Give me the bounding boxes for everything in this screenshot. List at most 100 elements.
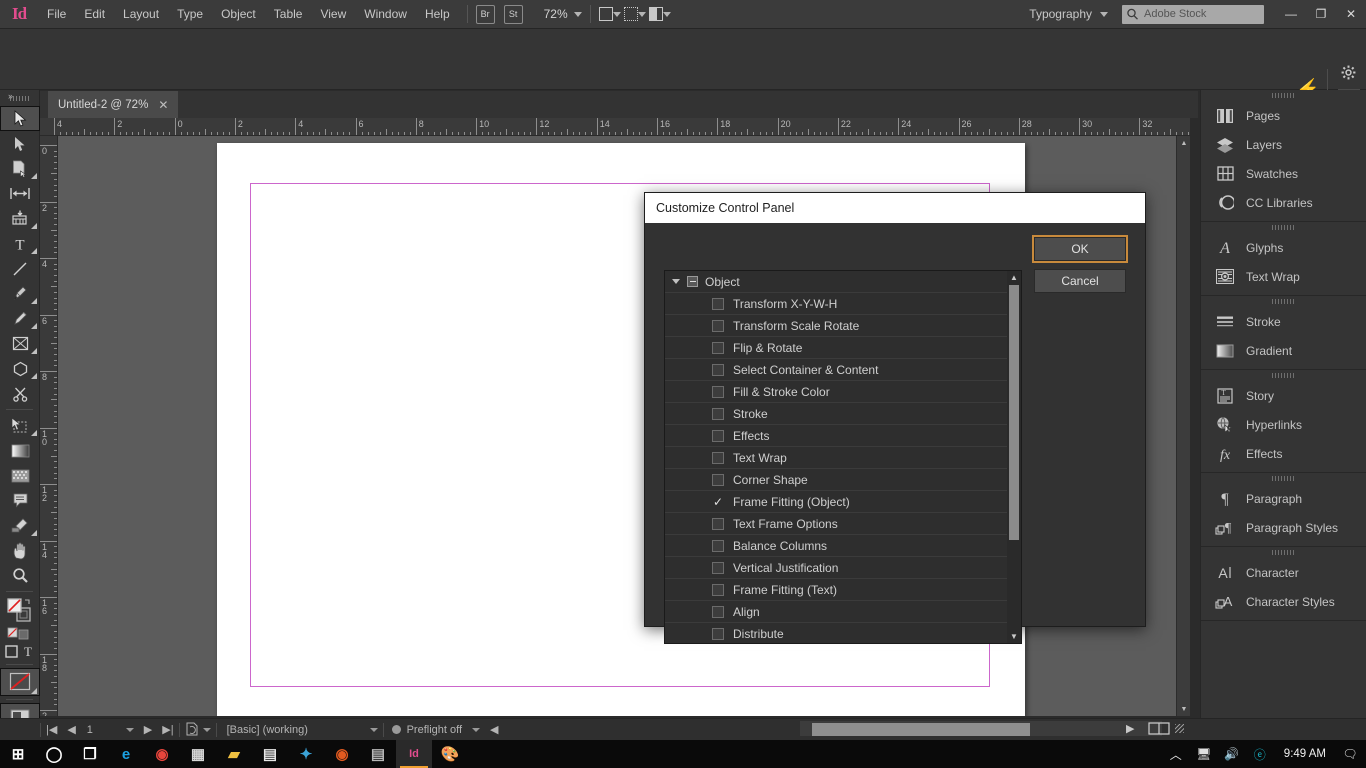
resize-grip-icon[interactable]: [1175, 724, 1184, 733]
file-explorer[interactable]: ▰: [216, 740, 252, 768]
rectangle-frame-tool[interactable]: [0, 331, 40, 356]
menu-window[interactable]: Window: [355, 0, 416, 29]
fill-stroke-swatches[interactable]: [0, 595, 40, 625]
close-button[interactable]: ✕: [1336, 0, 1366, 29]
page-tool[interactable]: [0, 156, 40, 181]
dock-item-character[interactable]: A Character: [1201, 558, 1366, 587]
scanner-app[interactable]: ▤: [360, 740, 396, 768]
checkbox-icon[interactable]: [712, 429, 724, 442]
pen-tool[interactable]: [0, 281, 40, 306]
options-list-item[interactable]: Corner Shape: [665, 469, 1009, 491]
volume-icon[interactable]: 🔊: [1220, 740, 1244, 768]
menu-help[interactable]: Help: [416, 0, 459, 29]
menu-table[interactable]: Table: [265, 0, 312, 29]
checkbox-icon[interactable]: [712, 539, 724, 552]
checkbox-icon[interactable]: [712, 627, 724, 640]
options-list-item[interactable]: Select Container & Content: [665, 359, 1009, 381]
line-tool[interactable]: [0, 256, 40, 281]
gradient-feather-tool[interactable]: [0, 463, 40, 488]
dock-item-pages[interactable]: Pages: [1201, 101, 1366, 130]
dock-item-character-styles[interactable]: A Character Styles: [1201, 587, 1366, 616]
options-list-item[interactable]: Align: [665, 601, 1009, 623]
polygon-tool[interactable]: [0, 356, 40, 381]
options-list-item[interactable]: Vertical Justification: [665, 557, 1009, 579]
checkbox-icon[interactable]: [712, 451, 724, 464]
type-tool[interactable]: T: [0, 231, 40, 256]
page-transitions-icon[interactable]: [180, 719, 216, 741]
checkbox-icon[interactable]: [712, 297, 724, 310]
options-list-item[interactable]: Text Frame Options: [665, 513, 1009, 535]
horizontal-scrollbar[interactable]: ▶: [790, 720, 1190, 738]
edge-browser[interactable]: e: [108, 740, 144, 768]
dock-item-text-wrap[interactable]: Text Wrap: [1201, 262, 1366, 291]
content-collector-tool[interactable]: [0, 206, 40, 231]
scroll-down-icon[interactable]: ▼: [1007, 630, 1021, 643]
status-collapse-arrow[interactable]: ◀: [485, 719, 503, 741]
dock-item-paragraph-styles[interactable]: ¶ Paragraph Styles: [1201, 513, 1366, 542]
last-page-button[interactable]: ▶|: [157, 719, 178, 741]
none-swatch-button[interactable]: [0, 668, 40, 696]
previous-page-button[interactable]: ◀: [62, 719, 80, 741]
paint-app[interactable]: 🎨: [432, 740, 468, 768]
scroll-thumb[interactable]: [1009, 285, 1019, 540]
checkbox-icon[interactable]: [712, 473, 724, 486]
checkbox-checked-icon[interactable]: [712, 496, 724, 508]
scissors-tool[interactable]: [0, 381, 40, 406]
dock-item-swatches[interactable]: Swatches: [1201, 159, 1366, 188]
options-list-item[interactable]: Transform X-Y-W-H: [665, 293, 1009, 315]
view-options-button[interactable]: [623, 6, 646, 22]
menu-file[interactable]: File: [38, 0, 75, 29]
collapse-panel-icon[interactable]: »: [8, 91, 13, 101]
show-hidden-icons[interactable]: ︿: [1164, 740, 1188, 768]
bridge-button[interactable]: Br: [475, 4, 495, 24]
indesign-app[interactable]: Id: [396, 740, 432, 768]
scroll-up-icon[interactable]: ▲: [1007, 271, 1021, 284]
close-icon[interactable]: ✕: [158, 98, 168, 112]
horizontal-ruler[interactable]: 420246810121416182022242628303234: [40, 118, 1190, 136]
checkbox-icon[interactable]: [712, 363, 724, 376]
options-list-scrollbar[interactable]: ▲ ▼: [1007, 271, 1021, 643]
group-checkbox[interactable]: [687, 276, 698, 287]
horizontal-scroll-track[interactable]: [800, 721, 1162, 736]
dock-group-grip[interactable]: [1201, 90, 1366, 101]
options-list-item[interactable]: Fill & Stroke Color: [665, 381, 1009, 403]
apply-color-none-buttons[interactable]: [0, 625, 40, 641]
dock-item-stroke[interactable]: Stroke: [1201, 307, 1366, 336]
screen-mode-button[interactable]: [598, 6, 621, 22]
zoom-tool[interactable]: [0, 563, 40, 588]
dock-group-grip[interactable]: [1201, 547, 1366, 558]
options-list-item[interactable]: Effects: [665, 425, 1009, 447]
checkbox-icon[interactable]: [712, 341, 724, 354]
dock-item-layers[interactable]: Layers: [1201, 130, 1366, 159]
taskbar-clock[interactable]: 9:49 AM: [1276, 748, 1334, 760]
checkbox-icon[interactable]: [712, 385, 724, 398]
menu-layout[interactable]: Layout: [114, 0, 168, 29]
dock-item-effects[interactable]: fx Effects: [1201, 439, 1366, 468]
options-list-item[interactable]: Frame Fitting (Object): [665, 491, 1009, 513]
calculator-app[interactable]: ▦: [180, 740, 216, 768]
canvas-vertical-scrollbar[interactable]: ▲ ▼: [1176, 136, 1190, 716]
options-list-item[interactable]: Frame Fitting (Text): [665, 579, 1009, 601]
options-list-item[interactable]: Balance Columns: [665, 535, 1009, 557]
cortana-search[interactable]: ◯: [36, 740, 72, 768]
minimize-button[interactable]: —: [1276, 0, 1306, 29]
options-list[interactable]: Object Transform X-Y-W-H Transform Scale R…: [664, 270, 1022, 644]
preflight-dropdown-caret[interactable]: [467, 719, 485, 741]
gradient-swatch-tool[interactable]: [0, 438, 40, 463]
network-icon[interactable]: 🖥: [1192, 740, 1216, 768]
dock-group-grip[interactable]: [1201, 222, 1366, 233]
horizontal-scroll-thumb[interactable]: [812, 723, 1030, 736]
dock-item-paragraph[interactable]: ¶ Paragraph: [1201, 484, 1366, 513]
menu-edit[interactable]: Edit: [75, 0, 114, 29]
cancel-button[interactable]: Cancel: [1034, 269, 1126, 293]
firefox-browser[interactable]: ◉: [324, 740, 360, 768]
gap-tool[interactable]: [0, 181, 40, 206]
dock-item-glyphs[interactable]: A Glyphs: [1201, 233, 1366, 262]
menu-type[interactable]: Type: [168, 0, 212, 29]
note-tool[interactable]: [0, 488, 40, 513]
options-list-item[interactable]: Flip & Rotate: [665, 337, 1009, 359]
vertical-ruler[interactable]: 0 2 4 6 8 10 12 14 16 18 20: [40, 136, 58, 716]
disclosure-triangle-icon[interactable]: [665, 279, 687, 284]
selection-tool[interactable]: [0, 106, 40, 131]
page-number-field[interactable]: 1: [81, 724, 121, 736]
